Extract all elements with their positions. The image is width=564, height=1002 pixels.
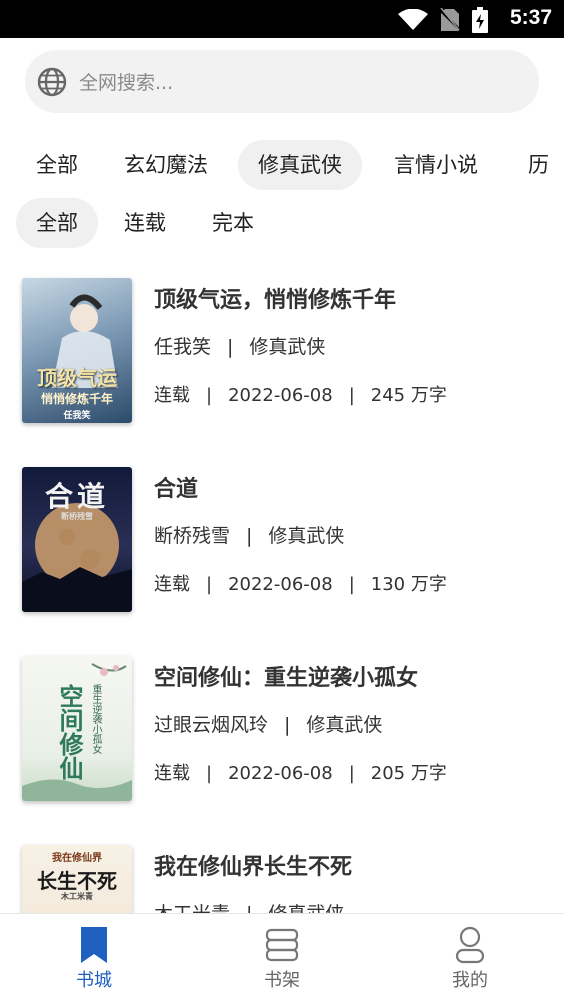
separator: | [206,385,213,406]
book-author: 过眼云烟风玲 [154,714,269,736]
book-info: 连载 | 2022-06-08 | 245 万字 [154,381,447,407]
bookmark-icon [81,927,107,963]
book-meta: 过眼云烟风玲 | 修真武侠 [154,710,382,737]
status-filter: 全部 连载 完本 [0,198,564,248]
cover-title: 顶级气运 [37,366,117,390]
book-category: 修真武侠 [268,903,344,913]
book-category: 修真武侠 [306,714,383,736]
cover-title: 长生不死 [37,869,117,893]
status-icons [398,7,488,33]
book-date: 2022-06-08 [228,763,333,784]
book-words: 130 万字 [370,574,447,595]
book-title: 空间修仙：重生逆袭小孤女 [154,666,419,691]
cover-subtitle: 悄悄修炼千年 [40,392,113,406]
nav-label: 书城 [76,970,112,991]
book-status: 连载 [154,574,190,595]
book-meta: 任我笑 | 修真武侠 [154,332,325,359]
list-item[interactable]: 顶级气运 悄悄修炼千年 任我笑 顶级气运，悄悄修炼千年 任我笑 | 修真武侠 连载 |… [0,270,564,430]
category-tabs: 全部 玄幻魔法 修真武侠 言情小说 历 [0,140,564,192]
globe-icon [37,67,67,96]
search-placeholder: 全网搜索... [79,72,174,94]
status-time: 5:37 [509,6,552,29]
book-cover: 合道 断桥残雪 [22,467,132,612]
book-info: 连载 | 2022-06-08 | 130 万字 [154,570,447,596]
cover-author: 任我笑 [63,411,91,421]
tab-history[interactable]: 历 [508,140,564,190]
book-category: 修真武侠 [249,336,326,358]
separator: | [206,763,213,784]
book-cover: 我在修仙界 长生不死 木工米青 [22,845,132,913]
separator: | [348,385,355,406]
separator: | [227,336,234,358]
battery-charging-icon [472,7,488,33]
book-status: 连载 [154,385,190,406]
book-status: 连载 [154,763,190,784]
user-icon [455,926,485,964]
book-date: 2022-06-08 [228,574,333,595]
book-cover: 顶级气运 悄悄修炼千年 任我笑 [22,278,132,423]
book-title: 我在修仙界长生不死 [154,855,353,880]
nav-bookshelf[interactable]: 书架 [188,914,376,1002]
cover-author: 木工米青 [61,891,93,901]
book-cover: 空间修仙 重生逆袭小孤女 [22,656,132,801]
cover-title: 合道 [44,480,109,513]
book-meta: 木工米青 | 修真武侠 [154,899,344,913]
tab-xianxia-wuxia[interactable]: 修真武侠 [238,140,362,190]
no-sim-icon [440,8,460,31]
wifi-icon [398,9,428,30]
list-item[interactable]: 合道 断桥残雪 合道 断桥残雪 | 修真武侠 连载 | 2022-06-08 | 130 万… [0,459,564,619]
book-title: 顶级气运，悄悄修炼千年 [154,288,397,313]
book-author: 断桥残雪 [154,525,231,547]
bookshelf-icon [265,928,299,962]
nav-label: 书架 [264,970,300,991]
separator: | [348,574,355,595]
book-title: 合道 [154,477,199,502]
filter-serializing[interactable]: 连载 [104,198,186,248]
book-meta: 断桥残雪 | 修真武侠 [154,521,344,548]
cover-title: 空间修仙 [55,684,84,780]
book-list: 顶级气运 悄悄修炼千年 任我笑 顶级气运，悄悄修炼千年 任我笑 | 修真武侠 连载 |… [0,270,564,913]
book-author: 木工米青 [154,903,230,913]
book-words: 205 万字 [370,763,447,784]
search-input[interactable]: 全网搜索... [25,50,539,113]
nav-bookstore[interactable]: 书城 [0,914,188,1002]
book-author: 任我笑 [154,336,212,358]
cover-subtitle: 重生逆袭小孤女 [90,684,101,754]
nav-label: 我的 [452,970,488,991]
bottom-nav: 书城 书架 我的 [0,913,564,1002]
tab-all[interactable]: 全部 [16,140,98,190]
book-info: 连载 | 2022-06-08 | 205 万字 [154,759,447,785]
book-date: 2022-06-08 [228,385,333,406]
cover-subtitle: 断桥残雪 [61,511,93,521]
filter-completed[interactable]: 完本 [192,198,274,248]
list-item[interactable]: 空间修仙 重生逆袭小孤女 空间修仙：重生逆袭小孤女 过眼云烟风玲 | 修真武侠 连载… [0,648,564,808]
separator: | [206,574,213,595]
book-words: 245 万字 [370,385,447,406]
tab-romance[interactable]: 言情小说 [374,140,498,190]
separator: | [348,763,355,784]
nav-profile[interactable]: 我的 [376,914,564,1002]
book-category: 修真武侠 [268,525,345,547]
list-item[interactable]: 我在修仙界 长生不死 木工米青 我在修仙界长生不死 木工米青|修真武侠 [0,837,564,913]
filter-all[interactable]: 全部 [16,198,98,248]
separator: | [284,714,291,736]
status-bar: 5:37 [0,0,564,38]
tab-fantasy-magic[interactable]: 玄幻魔法 [104,140,228,190]
cover-subtitle: 我在修仙界 [52,853,102,864]
separator: | [246,525,253,547]
separator: | [246,903,252,913]
